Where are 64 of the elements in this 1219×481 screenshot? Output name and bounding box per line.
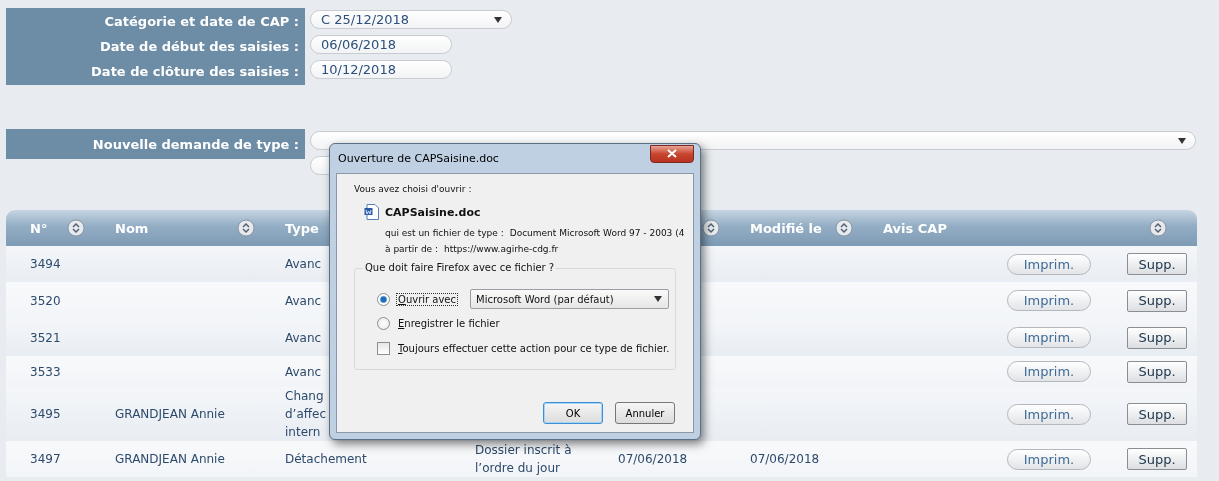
sort-icon[interactable] bbox=[237, 219, 255, 237]
table-cell-text: 3533 bbox=[30, 363, 61, 381]
table-cell-text: 3521 bbox=[30, 329, 61, 347]
radio-button[interactable] bbox=[377, 317, 390, 330]
delete-button[interactable]: Supp. bbox=[1127, 289, 1187, 312]
group-legend: Que doit faire Firefox avec ce fichier ? bbox=[363, 262, 557, 273]
table-cell-text: Dossier inscrit à l’ordre du jour bbox=[475, 442, 572, 477]
table-cell-text: GRANDJEAN Annie bbox=[115, 451, 225, 468]
sort-icon[interactable] bbox=[702, 219, 720, 237]
checkbox[interactable] bbox=[377, 342, 390, 355]
delete-button[interactable]: Supp. bbox=[1127, 448, 1187, 470]
category-select[interactable]: C 25/12/2018 bbox=[310, 10, 512, 29]
application-select[interactable]: Microsoft Word (par défaut) bbox=[470, 289, 669, 309]
close-icon bbox=[667, 149, 677, 158]
document-icon bbox=[364, 204, 379, 220]
print-button[interactable]: Imprim. bbox=[1007, 290, 1091, 311]
date-field[interactable]: 06/06/2018 bbox=[310, 35, 452, 54]
print-button[interactable]: Imprim. bbox=[1007, 327, 1091, 348]
delete-button[interactable]: Supp. bbox=[1127, 253, 1187, 275]
caret-icon bbox=[493, 15, 503, 24]
print-button[interactable]: Imprim. bbox=[1007, 403, 1091, 425]
table-cell-text: Avanc bbox=[285, 292, 322, 310]
source-label: à partir de : bbox=[385, 244, 439, 254]
file-name: CAPSaisine.doc bbox=[385, 205, 481, 219]
dialog-button[interactable]: Annuler bbox=[615, 402, 675, 424]
window-title: Ouverture de CAPSaisine.doc bbox=[338, 152, 499, 165]
field-label: Date de début des saisies : bbox=[99, 38, 299, 56]
radio-button[interactable] bbox=[377, 292, 390, 306]
dialog-button[interactable]: OK bbox=[543, 402, 603, 424]
table-cell-text: Avanc bbox=[285, 256, 322, 273]
type-label: qui est un fichier de type : bbox=[385, 228, 504, 238]
delete-button[interactable]: Supp. bbox=[1127, 326, 1187, 349]
table-cell-text: 07/06/2018 bbox=[750, 451, 820, 468]
type-value: Document Microsoft Word 97 - 2003 (4 bbox=[509, 228, 685, 238]
table-cell-text: 07/06/2018 bbox=[618, 451, 688, 468]
table-cell-text: 3494 bbox=[30, 256, 61, 273]
delete-button[interactable]: Supp. bbox=[1127, 403, 1187, 425]
caret-icon bbox=[653, 295, 663, 303]
table-cell-text: Avanc bbox=[285, 363, 322, 381]
print-button[interactable]: Imprim. bbox=[1007, 253, 1091, 275]
source-url: https://www.agirhe-cdg.fr bbox=[444, 244, 559, 254]
table-cell-text: Avanc bbox=[285, 329, 322, 347]
print-button[interactable]: Imprim. bbox=[1007, 361, 1091, 382]
option-label[interactable]: Toujours effectuer cette action pour ce type de fichier. bbox=[396, 342, 672, 355]
table-cell-text: Chang d’affec intern bbox=[285, 388, 327, 441]
table-cell-text: 3520 bbox=[30, 292, 61, 310]
caret-icon bbox=[1177, 136, 1187, 145]
table-cell-text: Détachement bbox=[285, 451, 367, 468]
delete-button[interactable]: Supp. bbox=[1127, 360, 1187, 383]
table-cell-text: 3497 bbox=[30, 451, 61, 468]
field-label: Catégorie et date de CAP : bbox=[104, 13, 299, 31]
sort-icon[interactable] bbox=[67, 219, 85, 237]
sort-icon[interactable] bbox=[835, 219, 853, 237]
print-button[interactable]: Imprim. bbox=[1007, 448, 1091, 470]
table-cell-text: 3495 bbox=[30, 406, 61, 423]
close-button[interactable] bbox=[650, 144, 694, 163]
field-label: Date de clôture des saisies : bbox=[91, 63, 299, 81]
intro-text: Vous avez choisi d'ouvrir : bbox=[354, 184, 473, 194]
sort-icon[interactable] bbox=[1149, 219, 1167, 237]
option-label[interactable]: Ouvrir avec bbox=[396, 292, 458, 306]
field-label: Nouvelle demande de type : bbox=[92, 136, 299, 154]
date-field[interactable]: 10/12/2018 bbox=[310, 60, 452, 79]
table-cell-text: GRANDJEAN Annie bbox=[115, 406, 225, 423]
option-label[interactable]: Enregistrer le fichier bbox=[396, 317, 502, 330]
